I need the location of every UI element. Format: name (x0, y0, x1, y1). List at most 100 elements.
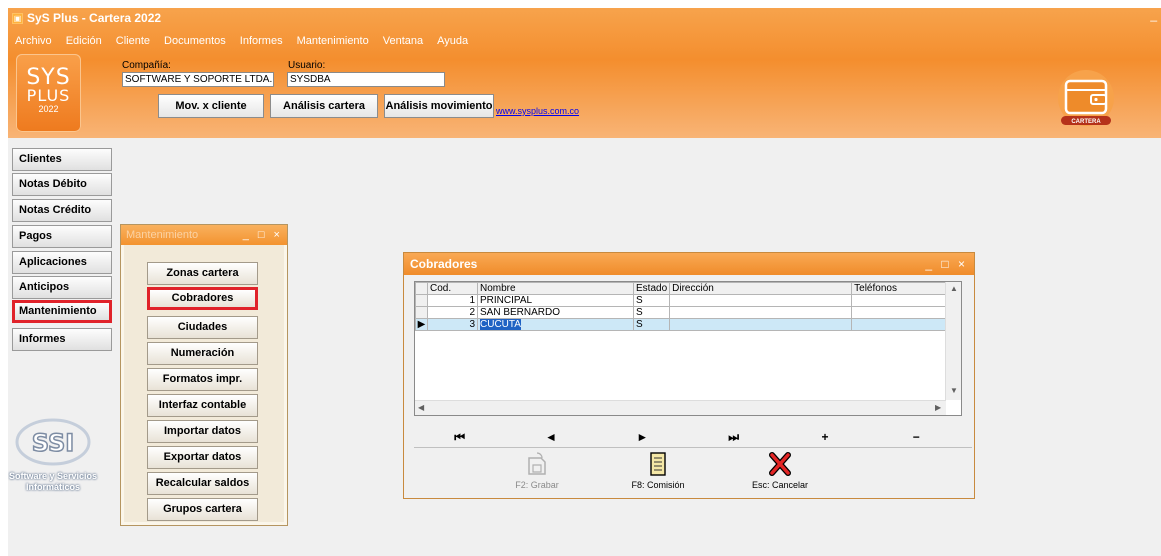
company-field[interactable]: SOFTWARE Y SOPORTE LTDA. (122, 72, 274, 87)
cell-estado[interactable]: S (632, 306, 671, 319)
cobradores-window: Cobradores _ □ × Cod. Nombre Estado Dire… (403, 252, 975, 499)
table-row-current[interactable]: ▶ 3 CUCUTA S (415, 318, 957, 331)
grupos-cartera-button[interactable]: Grupos cartera (147, 498, 258, 521)
record-navigator: ⏮ ◄ ► ⏭ + − (414, 429, 962, 445)
sidebar-clientes[interactable]: Clientes (12, 148, 112, 171)
cell-nombre[interactable]: SAN BERNARDO (477, 306, 634, 319)
col-nombre[interactable]: Nombre (477, 282, 634, 295)
logo-line-2: PLUS (26, 86, 71, 105)
mov-x-cliente-button[interactable]: Mov. x cliente (158, 94, 264, 118)
table-row[interactable]: 2 SAN BERNARDO S (415, 306, 957, 319)
vertical-scrollbar[interactable]: ▲ ▼ (945, 282, 961, 400)
cell-estado[interactable]: S (632, 294, 671, 307)
last-record-button[interactable]: ⏭ (688, 429, 779, 445)
comision-label: F8: Comisión (631, 480, 685, 490)
save-icon (528, 452, 546, 475)
numeracion-button[interactable]: Numeración (147, 342, 258, 365)
action-bar: F2: Grabar F8: Comisión Esc: Cancelar (414, 447, 972, 491)
exportar-datos-button[interactable]: Exportar datos (147, 446, 258, 469)
sidebar-mantenimiento[interactable]: Mantenimiento (12, 300, 112, 323)
cell-telefonos[interactable] (851, 294, 957, 307)
mantenimiento-titlebar: Mantenimiento _ □ × (121, 225, 287, 245)
current-row-pointer-icon: ▶ (415, 318, 428, 331)
delete-record-button[interactable]: − (871, 429, 962, 445)
sidebar-pagos[interactable]: Pagos (12, 225, 112, 248)
scroll-right-icon[interactable]: ▶ (935, 403, 941, 412)
row-indicator-header (415, 282, 428, 295)
cell-cod[interactable]: 2 (427, 306, 478, 319)
menu-bar: Archivo Edición Cliente Documentos Infor… (8, 32, 475, 50)
analisis-movimiento-button[interactable]: Análisis movimiento (384, 94, 494, 118)
prior-record-button[interactable]: ◄ (505, 429, 596, 445)
table-row[interactable]: 1 PRINCIPAL S (415, 294, 957, 307)
formatos-impr-button[interactable]: Formatos impr. (147, 368, 258, 391)
cell-telefonos[interactable] (851, 306, 957, 319)
comision-button[interactable]: F8: Comisión (613, 448, 703, 492)
cell-nombre[interactable]: PRINCIPAL (477, 294, 634, 307)
cell-telefonos[interactable] (851, 318, 957, 331)
menu-mantenimiento[interactable]: Mantenimiento (290, 32, 376, 50)
interfaz-contable-button[interactable]: Interfaz contable (147, 394, 258, 417)
wallet-icon: CARTERA (1058, 70, 1114, 126)
col-direccion[interactable]: Dirección (669, 282, 853, 295)
grabar-label: F2: Grabar (515, 480, 559, 490)
menu-ventana[interactable]: Ventana (376, 32, 430, 50)
cell-direccion[interactable] (669, 318, 853, 331)
col-telefonos[interactable]: Teléfonos (851, 282, 957, 295)
website-link[interactable]: www.sysplus.com.co (496, 106, 579, 116)
menu-archivo[interactable]: Archivo (8, 32, 59, 50)
sidebar-notas-credito[interactable]: Notas Crédito (12, 199, 112, 222)
cobradores-window-title: Cobradores (410, 257, 478, 271)
cell-estado[interactable]: S (632, 318, 671, 331)
scroll-down-icon[interactable]: ▼ (950, 386, 958, 395)
ssi-caption-1: Software y Servicios (8, 471, 98, 481)
cell-cod[interactable]: 3 (427, 318, 478, 331)
importar-datos-button[interactable]: Importar datos (147, 420, 258, 443)
mantenimiento-window-title: Mantenimiento (126, 229, 199, 241)
minimize-control[interactable]: _ (1150, 8, 1157, 22)
cancel-x-icon (769, 452, 791, 476)
cell-nombre-text[interactable]: CUCUTA (480, 318, 521, 330)
cobradores-button[interactable]: Cobradores (147, 287, 258, 310)
scroll-up-icon[interactable]: ▲ (950, 284, 958, 293)
sidebar-notas-debito[interactable]: Notas Débito (12, 173, 112, 196)
menu-informes[interactable]: Informes (233, 32, 290, 50)
recalcular-saldos-button[interactable]: Recalcular saldos (147, 472, 258, 495)
insert-record-button[interactable]: + (779, 429, 870, 445)
sidebar-informes[interactable]: Informes (12, 328, 112, 351)
grabar-button[interactable]: F2: Grabar (492, 448, 582, 492)
sidebar-anticipos[interactable]: Anticipos (12, 276, 112, 299)
cell-direccion[interactable] (669, 294, 853, 307)
window-controls[interactable]: _ □ × (243, 229, 283, 241)
cell-nombre[interactable]: CUCUTA (477, 318, 634, 331)
window-controls[interactable]: _ □ × (925, 257, 968, 271)
cancelar-button[interactable]: Esc: Cancelar (735, 448, 825, 492)
scroll-left-icon[interactable]: ◀ (418, 403, 424, 412)
next-record-button[interactable]: ► (597, 429, 688, 445)
sysplus-logo: SYS PLUS 2022 (16, 54, 81, 132)
app-window: ▣ SyS Plus - Cartera 2022 _ Archivo Edic… (8, 8, 1161, 556)
wallet-badge-text: CARTERA (1071, 119, 1101, 125)
analisis-cartera-button[interactable]: Análisis cartera (270, 94, 378, 118)
cell-direccion[interactable] (669, 306, 853, 319)
company-label: Compañía: (122, 60, 171, 71)
user-field[interactable]: SYSDBA (287, 72, 445, 87)
zonas-cartera-button[interactable]: Zonas cartera (147, 262, 258, 285)
col-cod[interactable]: Cod. (427, 282, 478, 295)
logo-year: 2022 (38, 104, 59, 114)
cell-cod[interactable]: 1 (427, 294, 478, 307)
menu-ayuda[interactable]: Ayuda (430, 32, 475, 50)
ciudades-button[interactable]: Ciudades (147, 316, 258, 339)
menu-documentos[interactable]: Documentos (157, 32, 233, 50)
sidebar-aplicaciones[interactable]: Aplicaciones (12, 251, 112, 274)
menu-edicion[interactable]: Edición (59, 32, 109, 50)
ssi-logo: SSI Software y Servicios Informáticos (8, 416, 98, 516)
horizontal-scrollbar[interactable]: ◀ ▶ (415, 400, 946, 415)
menu-cliente[interactable]: Cliente (109, 32, 157, 50)
logo-line-1: SYS (26, 65, 71, 90)
cobradores-titlebar: Cobradores _ □ × (404, 253, 974, 275)
first-record-button[interactable]: ⏮ (414, 429, 505, 445)
cobradores-grid[interactable]: Cod. Nombre Estado Dirección Teléfonos 1… (414, 281, 962, 416)
app-icon: ▣ (12, 12, 23, 24)
col-estado[interactable]: Estado (632, 282, 671, 295)
